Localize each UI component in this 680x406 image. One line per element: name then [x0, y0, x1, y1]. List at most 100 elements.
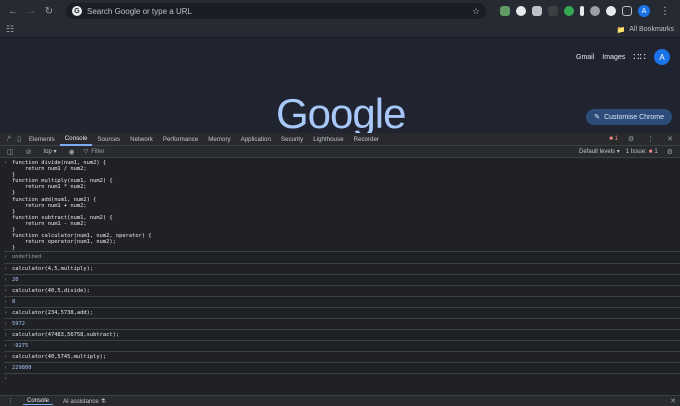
input-code: calculator(40,5745,multiply);: [12, 354, 107, 361]
reload-icon[interactable]: ↻: [42, 4, 56, 18]
tab-performance[interactable]: Performance: [158, 133, 203, 146]
drawer-close-icon[interactable]: ✕: [670, 397, 676, 405]
profile-avatar[interactable]: A: [638, 5, 650, 17]
console-result-row: ‹ undefined: [4, 251, 680, 262]
code-line: }: [12, 245, 16, 252]
drawer-menu-icon[interactable]: ⋮: [4, 397, 17, 405]
account-avatar[interactable]: A: [654, 49, 670, 65]
extension-icon[interactable]: [548, 6, 558, 16]
input-prompt-icon: ›: [4, 376, 8, 383]
result-value: 8: [12, 298, 16, 305]
console-input-row: › calculator(40,5,divide);: [4, 284, 680, 296]
output-arrow-icon: ‹: [4, 298, 8, 305]
result-value: -9275: [12, 343, 29, 350]
console-result-row: ‹ 229800: [4, 362, 680, 373]
eyedropper-icon[interactable]: [580, 6, 584, 16]
filter-input[interactable]: ▽ Filter: [83, 148, 105, 156]
input-prompt-icon: ›: [4, 332, 8, 339]
issues-button[interactable]: 1 Issue: ■ 1: [626, 149, 658, 155]
customise-chrome-button[interactable]: ✎ Customise Chrome: [586, 109, 672, 125]
issues-label: 1 Issue:: [625, 148, 647, 155]
more-options-icon[interactable]: ⋮: [644, 135, 657, 143]
result-value: 229800: [12, 365, 32, 372]
tab-recorder[interactable]: Recorder: [349, 133, 384, 146]
issue-count: 1: [654, 148, 658, 155]
log-levels-label: Default levels: [579, 149, 616, 155]
console-result-row: ‹ -9275: [4, 340, 680, 351]
tab-elements[interactable]: Elements: [24, 133, 60, 146]
console-result-row: ‹ 5972: [4, 317, 680, 329]
drawer-tab-console[interactable]: Console: [23, 398, 54, 405]
tab-network[interactable]: Network: [125, 133, 158, 146]
input-prompt-icon: ›: [4, 287, 8, 294]
devtools-tabs: ⭚ ▯ Elements Console Sources Network Per…: [0, 133, 680, 146]
output-arrow-icon: ‹: [4, 254, 8, 261]
all-bookmarks-label: All Bookmarks: [629, 26, 674, 33]
console-toolbar: ◫ ⊘ top ▾ ◉ ▽ Filter Default levels ▾ 1 …: [0, 146, 680, 158]
console-output[interactable]: › function divide(num1, num2) { return n…: [0, 158, 680, 393]
live-expression-eye-icon[interactable]: ◉: [66, 148, 78, 156]
menu-icon[interactable]: ⋮: [660, 6, 670, 17]
inspect-icon[interactable]: ⭚: [4, 135, 14, 143]
images-link[interactable]: Images: [602, 54, 625, 61]
apps-icon[interactable]: ☷: [6, 24, 14, 35]
forward-icon[interactable]: →: [24, 4, 38, 18]
console-input-row: › calculator(234,5738,add);: [4, 306, 680, 318]
devtools-panel: ⭚ ▯ Elements Console Sources Network Per…: [0, 133, 680, 406]
console-input-entry: › function divide(num1, num2) { return n…: [4, 158, 680, 251]
input-code: calculator(47483,56758,subtract);: [12, 332, 120, 339]
error-badge[interactable]: ■ 1: [609, 136, 618, 142]
puzzle-icon[interactable]: [622, 6, 632, 16]
all-bookmarks[interactable]: 📁 All Bookmarks: [617, 26, 674, 34]
filter-icon: ▽: [83, 149, 89, 155]
flask-icon: ⚗: [100, 398, 106, 405]
console-settings-icon[interactable]: ⚙: [664, 148, 676, 156]
back-icon[interactable]: ←: [6, 4, 20, 18]
folder-icon: 📁: [616, 26, 626, 34]
extension-icon[interactable]: [590, 6, 600, 16]
input-prompt-icon: ›: [4, 354, 8, 361]
tab-console[interactable]: Console: [59, 133, 93, 146]
clear-console-icon[interactable]: ⊘: [23, 148, 35, 156]
settings-gear-icon[interactable]: ⚙: [625, 135, 637, 143]
page-links: Gmail Images ∷∷ A: [576, 49, 670, 65]
tab-memory[interactable]: Memory: [203, 133, 235, 146]
gmail-link[interactable]: Gmail: [576, 54, 594, 61]
code-block: function divide(num1, num2) { return num…: [12, 160, 152, 251]
google-apps-icon[interactable]: ∷∷: [633, 52, 646, 63]
omnibox-text[interactable]: Search Google or type a URL: [87, 7, 467, 16]
context-select[interactable]: top ▾: [41, 148, 60, 155]
drawer-tab-ai-assistance[interactable]: AI assistance ⚗: [59, 398, 110, 405]
tab-sources[interactable]: Sources: [92, 133, 125, 146]
input-code: calculator(234,5738,add);: [12, 309, 94, 316]
output-arrow-icon: ‹: [4, 365, 8, 372]
google-g-icon: G: [72, 6, 82, 16]
input-prompt-icon: ›: [4, 309, 8, 316]
tab-lighthouse[interactable]: Lighthouse: [308, 133, 348, 146]
console-prompt-row[interactable]: ›: [4, 373, 680, 384]
extension-icon[interactable]: [564, 6, 574, 16]
close-icon[interactable]: ✕: [664, 135, 676, 143]
sidebar-toggle-icon[interactable]: ◫: [4, 148, 17, 156]
ai-assistance-label: AI assistance: [63, 398, 99, 405]
extension-icon[interactable]: [516, 6, 526, 16]
tab-application[interactable]: Application: [236, 133, 276, 146]
customise-label: Customise Chrome: [604, 113, 664, 121]
tab-security[interactable]: Security: [276, 133, 308, 146]
extensions-row: A ⋮: [500, 5, 670, 17]
console-input-row: › calculator(40,5745,multiply);: [4, 351, 680, 362]
output-arrow-icon: ‹: [4, 276, 8, 283]
result-value: undefined: [12, 254, 42, 261]
device-toolbar-icon[interactable]: ▯: [14, 135, 24, 143]
google-logo: Google: [276, 90, 406, 134]
input-prompt-icon: ›: [4, 265, 8, 272]
pencil-icon: ✎: [594, 114, 601, 121]
bookmark-star-icon[interactable]: ☆: [472, 6, 480, 17]
extension-icon[interactable]: [532, 6, 542, 16]
log-levels-select[interactable]: Default levels ▾: [579, 148, 620, 155]
issue-error-icon: ■: [648, 148, 653, 155]
extension-icon[interactable]: [606, 6, 616, 16]
result-value: 5972: [12, 320, 25, 327]
extension-icon[interactable]: [500, 6, 510, 16]
omnibox[interactable]: G Search Google or type a URL ☆: [66, 3, 486, 19]
